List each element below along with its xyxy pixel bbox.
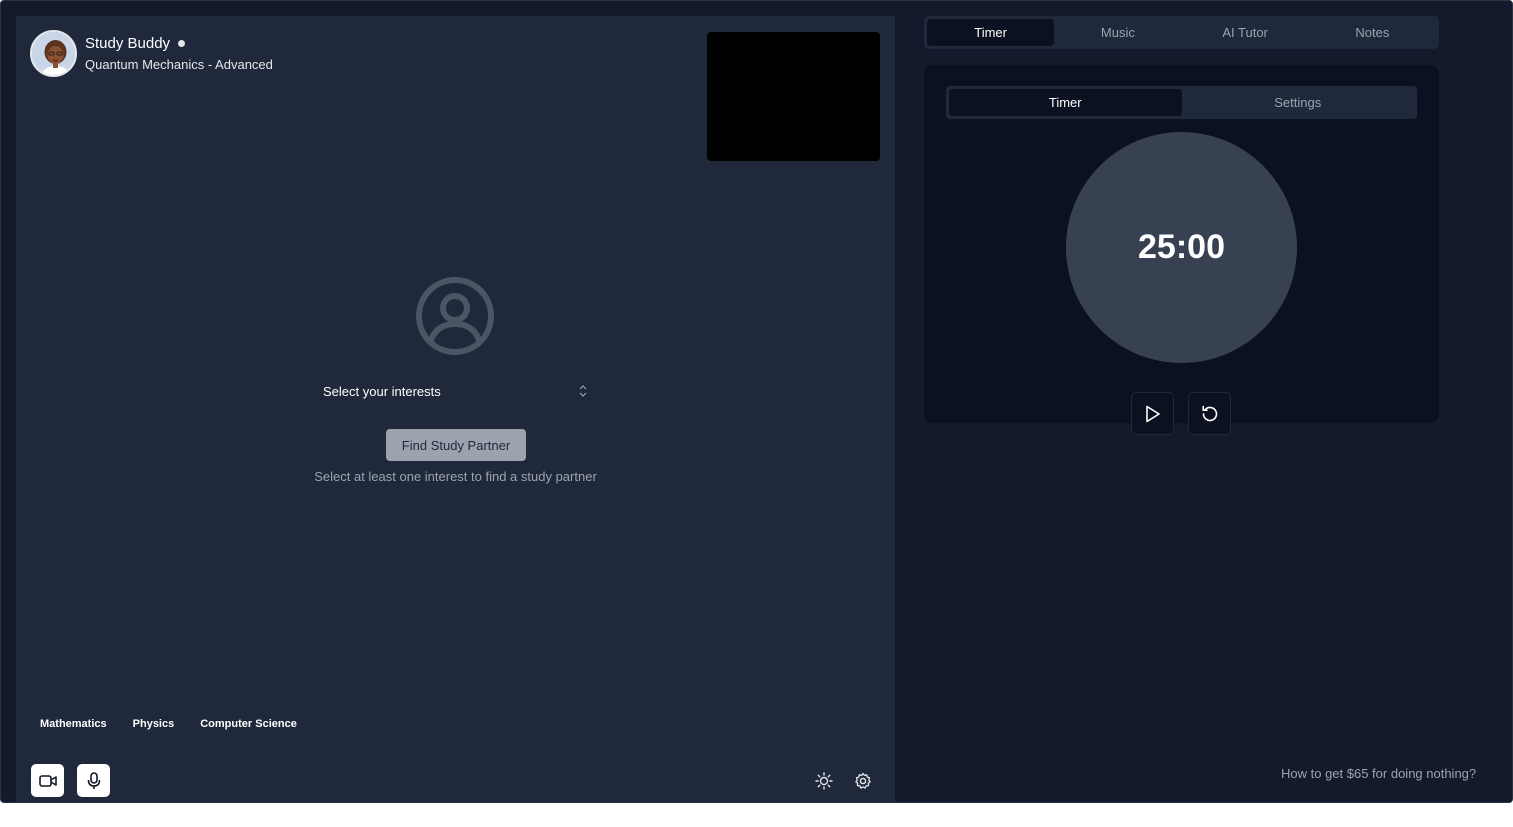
timer-card: Timer Settings 25:00: [924, 65, 1439, 435]
study-room-panel: Study Buddy Quantum Mechanics - Advanced…: [16, 16, 895, 802]
interest-tags: Mathematics Physics Computer Science: [40, 718, 297, 730]
subtab-settings[interactable]: Settings: [1182, 89, 1415, 116]
tab-music[interactable]: Music: [1054, 19, 1181, 46]
video-icon: [38, 774, 57, 787]
reset-icon: [1201, 405, 1217, 421]
find-study-partner-button[interactable]: Find Study Partner: [386, 429, 526, 461]
user-circle-icon: [415, 276, 495, 356]
self-video-preview: [707, 32, 880, 161]
tab-ai-tutor[interactable]: AI Tutor: [1182, 19, 1309, 46]
promo-link[interactable]: How to get $65 for doing nothing?: [1281, 766, 1476, 781]
tab-timer[interactable]: Timer: [927, 19, 1055, 46]
chevron-up-down-icon: [579, 385, 587, 397]
reset-timer-button[interactable]: [1188, 392, 1231, 435]
timer-value: 25:00: [1138, 228, 1225, 266]
tag-computer-science[interactable]: Computer Science: [200, 718, 297, 730]
microphone-icon: [87, 771, 100, 789]
tab-notes[interactable]: Notes: [1309, 19, 1436, 46]
interests-select-label: Select your interests: [323, 383, 441, 399]
timer-dial: 25:00: [1066, 132, 1297, 363]
camera-toggle-button[interactable]: [31, 764, 64, 797]
online-status-dot: [178, 40, 185, 47]
theme-toggle-button[interactable]: [813, 770, 835, 792]
tag-physics[interactable]: Physics: [133, 718, 175, 730]
avatar[interactable]: [30, 30, 77, 77]
sun-icon: [815, 772, 833, 790]
avatar-illustration-icon: [32, 32, 75, 75]
start-timer-button[interactable]: [1131, 392, 1174, 435]
tool-tabs: Timer Music AI Tutor Notes: [924, 16, 1439, 49]
user-name: Study Buddy: [85, 35, 171, 52]
play-icon: [1145, 405, 1160, 422]
gear-icon: [855, 772, 871, 789]
settings-button[interactable]: [852, 770, 874, 792]
user-topic: Quantum Mechanics - Advanced: [85, 57, 273, 72]
interests-select[interactable]: Select your interests: [323, 380, 587, 402]
interest-hint: Select at least one interest to find a s…: [314, 469, 597, 484]
app-window: Study Buddy Quantum Mechanics - Advanced…: [0, 0, 1513, 803]
subtab-timer[interactable]: Timer: [949, 89, 1182, 116]
tag-mathematics[interactable]: Mathematics: [40, 718, 107, 730]
timer-sub-tabs: Timer Settings: [946, 86, 1417, 119]
microphone-toggle-button[interactable]: [77, 764, 110, 797]
